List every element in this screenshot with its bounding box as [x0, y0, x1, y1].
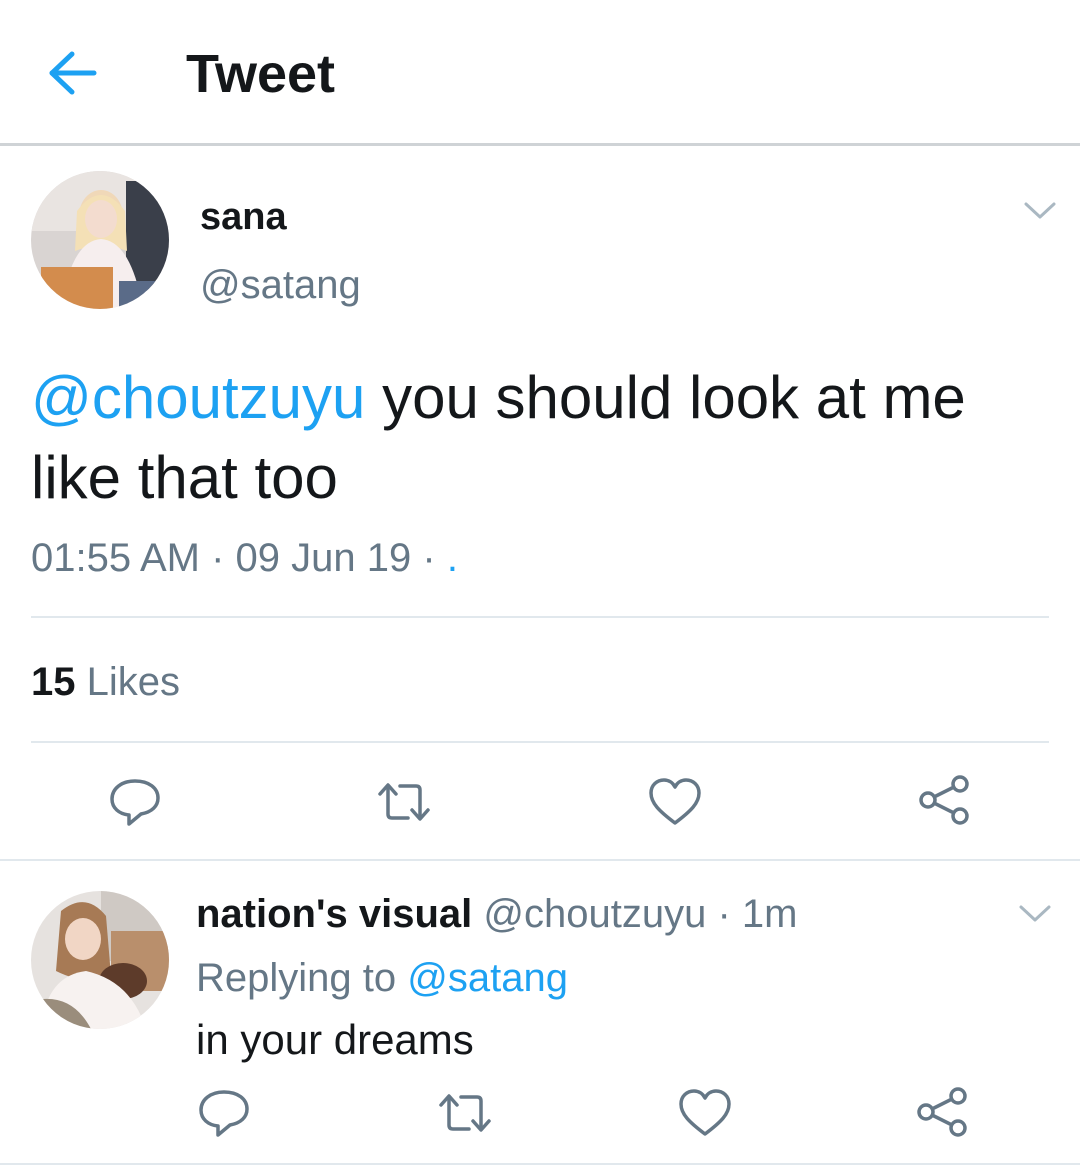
timestamp-text: 01:55 AM · 09 Jun 19 · — [31, 536, 447, 580]
replying-to-link[interactable]: @satang — [407, 956, 568, 1000]
mention-link[interactable]: @choutzuyu — [31, 364, 365, 431]
top-app-bar: Tweet — [0, 0, 1080, 143]
share-icon[interactable] — [916, 774, 972, 826]
replying-to: Replying to @satang — [196, 954, 568, 1002]
header-divider — [0, 143, 1080, 146]
likes-label: Likes — [86, 660, 181, 704]
reply-icon[interactable] — [107, 776, 163, 828]
divider — [31, 741, 1049, 743]
back-arrow-icon[interactable] — [44, 48, 100, 98]
likes-count: 15 — [31, 660, 76, 704]
author-name[interactable]: sana — [200, 195, 287, 239]
tweet-timestamp: 01:55 AM · 09 Jun 19 · . — [31, 534, 458, 582]
retweet-icon[interactable] — [376, 776, 432, 828]
page-title: Tweet — [186, 44, 336, 104]
avatar[interactable] — [31, 891, 169, 1029]
chevron-down-icon[interactable] — [1018, 903, 1052, 925]
divider — [31, 616, 1049, 618]
section-divider — [0, 859, 1080, 861]
timestamp-source-link[interactable]: . — [447, 536, 458, 580]
replying-prefix: Replying to — [196, 956, 408, 1000]
share-icon[interactable] — [914, 1086, 970, 1138]
avatar[interactable] — [31, 171, 169, 309]
reply-author-name[interactable]: nation's visual — [196, 892, 472, 936]
likes-summary[interactable]: 15 Likes — [31, 658, 180, 706]
like-icon[interactable] — [677, 1087, 733, 1139]
author-handle[interactable]: @satang — [200, 262, 361, 308]
tweet-text: @choutzuyu you should look at me like th… — [31, 358, 1061, 518]
reply-text: in your dreams — [196, 1016, 474, 1063]
reply-meta[interactable]: @choutzuyu · 1m — [483, 892, 797, 936]
retweet-icon[interactable] — [437, 1087, 493, 1139]
like-icon[interactable] — [647, 776, 703, 828]
reply-icon[interactable] — [196, 1087, 252, 1139]
chevron-down-icon[interactable] — [1023, 200, 1057, 222]
divider — [0, 1163, 1080, 1165]
reply-header: nation's visual @choutzuyu · 1m — [196, 890, 797, 938]
